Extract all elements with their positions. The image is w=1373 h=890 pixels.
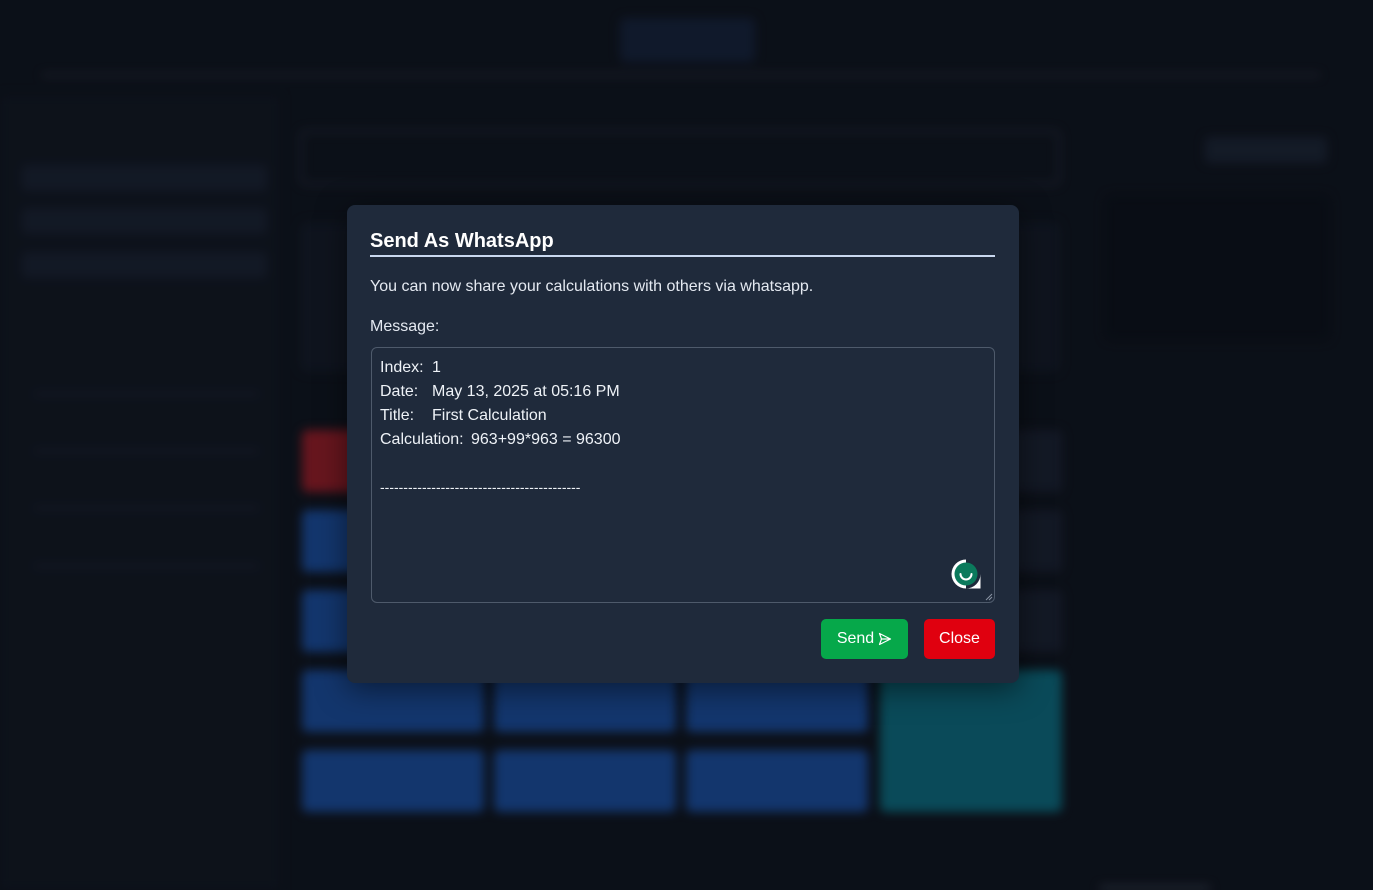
send-button-label: Send [836, 630, 875, 647]
whatsapp-share-modal: Send As WhatsApp You can now share your … [347, 205, 1019, 683]
title-value: First Calculation [432, 407, 547, 424]
calculation-key: Calculation: [380, 431, 464, 448]
index-value: 1 [432, 359, 441, 376]
close-button-label: Close [939, 630, 980, 647]
message-textarea[interactable]: Index: 1 Date: May 13, 2025 at 05:16 PM Ti… [371, 347, 995, 603]
message-separator: ----------------------------------------… [380, 479, 581, 495]
message-label: Message: [370, 318, 440, 335]
modal-description: You can now share your calculations with… [370, 278, 814, 295]
title-key: Title: [380, 407, 415, 424]
date-key: Date: [380, 383, 419, 400]
calculation-value: 963+99*963 = 96300 [471, 431, 621, 448]
chat-bubble-icon[interactable] [950, 558, 982, 590]
send-arrow-icon [879, 632, 892, 646]
date-value: May 13, 2025 at 05:16 PM [432, 383, 620, 400]
message-title-line: Title: First Calculation [380, 407, 547, 425]
message-index-line: Index: 1 [380, 359, 441, 377]
modal-title: Send As WhatsApp [370, 230, 995, 257]
close-button[interactable]: Close [924, 619, 995, 659]
resize-grip-icon[interactable] [985, 593, 993, 601]
send-button[interactable]: Send [821, 619, 908, 659]
index-key: Index: [380, 359, 424, 376]
message-calculation-line: Calculation: 963+99*963 = 96300 [380, 431, 620, 449]
message-date-line: Date: May 13, 2025 at 05:16 PM [380, 383, 620, 401]
